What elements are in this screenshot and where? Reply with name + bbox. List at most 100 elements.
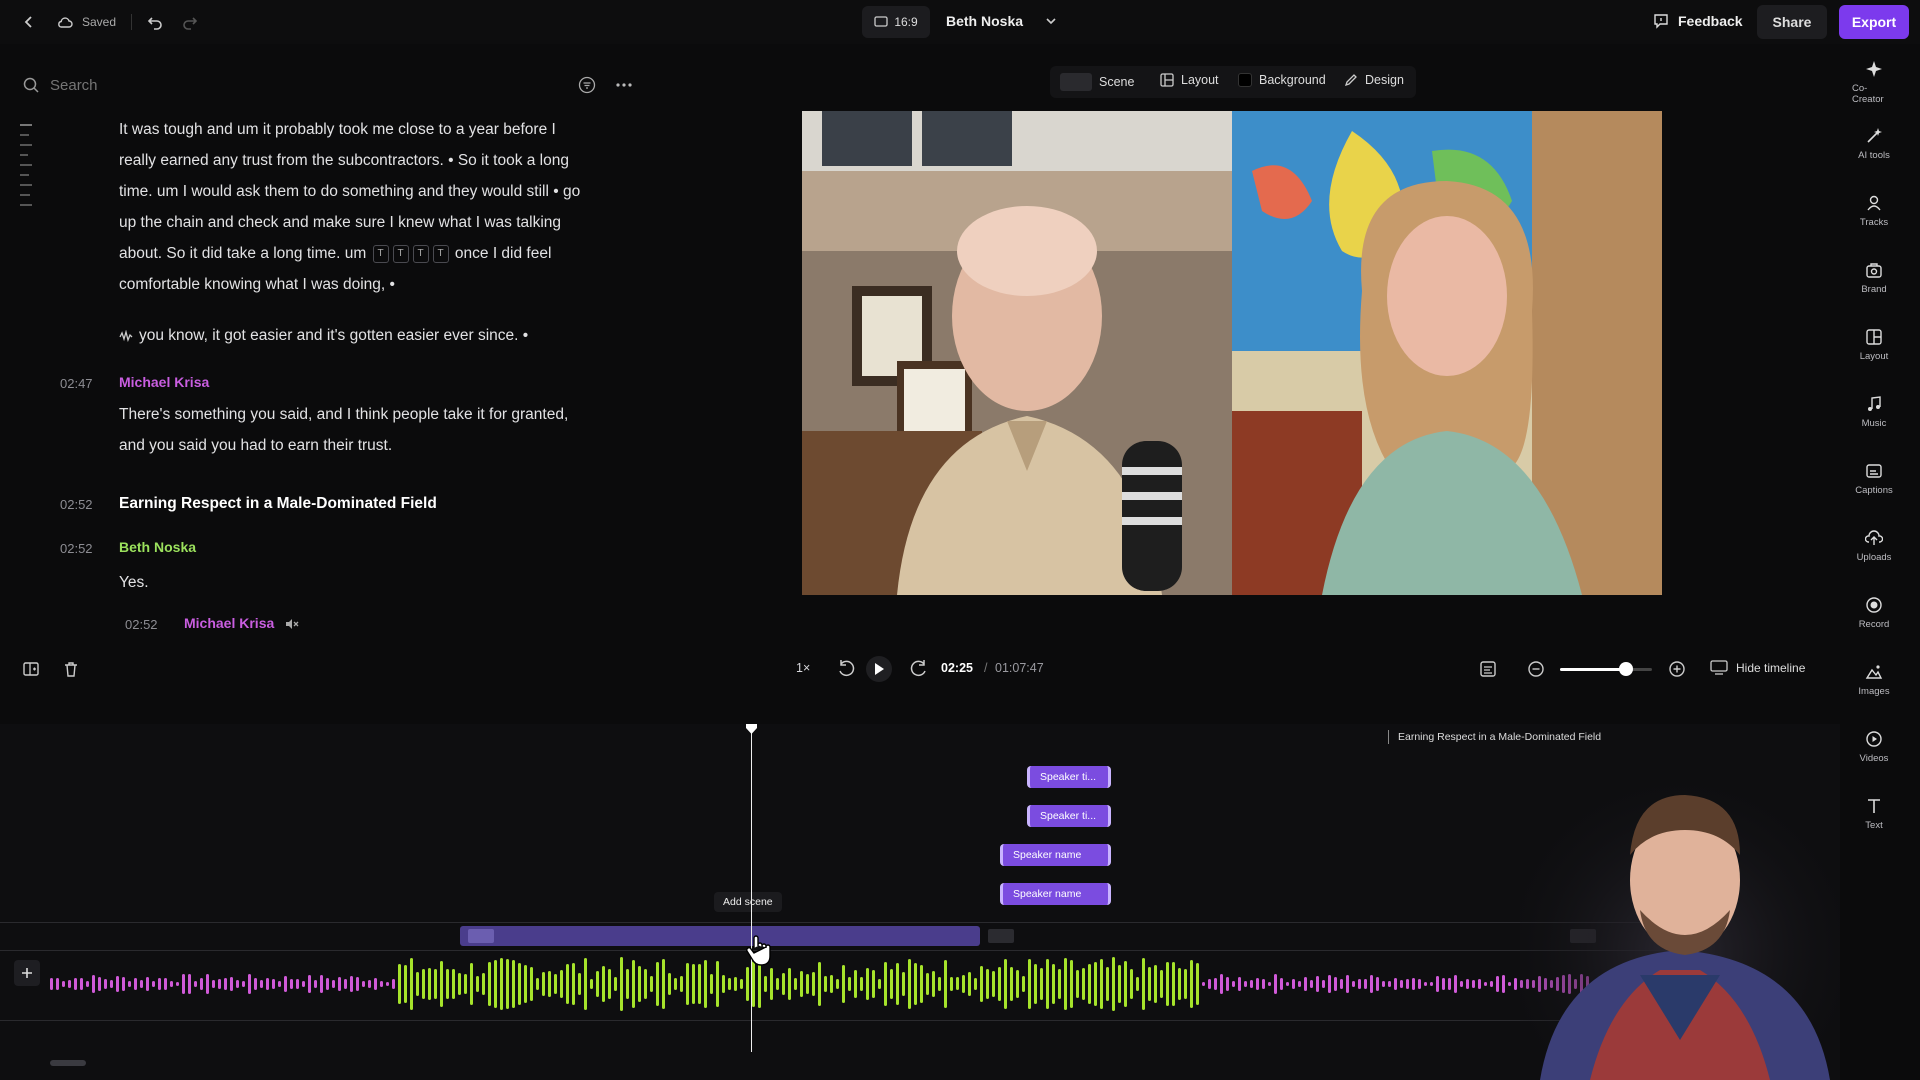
- scene-clip-selected[interactable]: [460, 926, 980, 946]
- waveform-bar: [950, 977, 953, 991]
- waveform-bar: [1040, 968, 1043, 1000]
- scene-button[interactable]: Scene: [1060, 73, 1134, 91]
- design-button[interactable]: Design: [1344, 73, 1404, 87]
- muted-icon[interactable]: [284, 617, 300, 631]
- waveform-bar: [1112, 957, 1115, 1011]
- back-button[interactable]: [20, 13, 38, 31]
- trash-icon[interactable]: [62, 660, 80, 678]
- speaker-name-clip[interactable]: Speaker name: [1000, 883, 1111, 905]
- background-button[interactable]: Background: [1238, 73, 1326, 87]
- aspect-ratio-label: 16:9: [894, 15, 918, 29]
- waveform-bar: [1046, 959, 1049, 1009]
- zoom-in-icon[interactable]: [1668, 660, 1686, 678]
- rewind-icon[interactable]: [836, 659, 856, 679]
- waveform-bar: [1412, 977, 1415, 991]
- rail-item-images[interactable]: Images: [1858, 663, 1890, 726]
- add-column-icon[interactable]: [22, 660, 40, 678]
- playback-speed-button[interactable]: 1×: [796, 661, 810, 675]
- text-tag[interactable]: T: [372, 244, 389, 263]
- add-track-button[interactable]: [14, 960, 40, 986]
- timestamp[interactable]: 02:52: [60, 541, 93, 556]
- speaker-name[interactable]: Michael Krisa: [184, 615, 274, 631]
- rail-item-ai-tools[interactable]: AI tools: [1858, 127, 1890, 190]
- transcript-paragraph[interactable]: It was tough and um it probably took me …: [119, 114, 589, 300]
- transcript-paragraph[interactable]: There's something you said, and I think …: [119, 399, 589, 461]
- play-button[interactable]: [866, 656, 892, 682]
- waveform-bar: [1460, 981, 1463, 987]
- zoom-slider-handle[interactable]: [1619, 662, 1634, 676]
- rail-label: Co-Creator: [1852, 83, 1884, 105]
- tool-rail: Co-Creator AI tools Tracks Brand Layout …: [1852, 60, 1896, 860]
- waveform-bar: [944, 959, 947, 1009]
- waveform-bar: [566, 963, 569, 1005]
- speaker-name-clip[interactable]: Speaker name: [1000, 844, 1111, 866]
- aspect-ratio-button[interactable]: 16:9: [862, 6, 930, 38]
- speaker-name[interactable]: Beth Noska: [119, 539, 196, 555]
- waveform-bar: [1184, 969, 1187, 999]
- timestamp[interactable]: 02:52: [125, 617, 158, 632]
- waveform-bar: [932, 971, 935, 997]
- text-tag[interactable]: T: [412, 244, 429, 263]
- waveform-bar: [422, 969, 425, 999]
- undo-button[interactable]: [145, 12, 165, 32]
- speaker-title-clip[interactable]: Speaker ti...: [1027, 805, 1111, 827]
- waveform-bar: [1076, 969, 1079, 999]
- hide-timeline-button[interactable]: Hide timeline: [1710, 660, 1805, 676]
- timestamp[interactable]: 02:47: [60, 376, 93, 391]
- layout-label: Layout: [1181, 73, 1219, 87]
- rail-item-music[interactable]: Music: [1862, 395, 1886, 458]
- transcript-paragraph[interactable]: you know, it got easier and it's gotten …: [119, 320, 589, 351]
- video-preview[interactable]: [802, 111, 1662, 595]
- rail-item-videos[interactable]: Videos: [1860, 730, 1888, 793]
- chapter-title[interactable]: Earning Respect in a Male-Dominated Fiel…: [119, 495, 437, 513]
- waveform-bar: [812, 972, 815, 996]
- layout-button[interactable]: Layout: [1160, 73, 1219, 87]
- project-title-dropdown[interactable]: Beth Noska: [946, 13, 1057, 29]
- chapter-label[interactable]: Earning Respect in a Male-Dominated Fiel…: [1398, 731, 1601, 743]
- rail-item-co-creator[interactable]: Co-Creator: [1852, 60, 1896, 123]
- zoom-out-icon[interactable]: [1527, 660, 1545, 678]
- cloud-icon: [58, 17, 73, 28]
- audio-waveform[interactable]: [50, 954, 1590, 1014]
- rail-item-captions[interactable]: Captions: [1855, 462, 1893, 525]
- transcript-paragraph[interactable]: Yes.: [119, 567, 589, 598]
- text-tag[interactable]: T: [392, 244, 409, 263]
- waveform-bar: [1490, 980, 1493, 987]
- rail-item-record[interactable]: Record: [1858, 596, 1890, 659]
- music-icon: [1868, 396, 1881, 411]
- rail-item-tracks[interactable]: Tracks: [1860, 194, 1888, 257]
- speaker-name[interactable]: Michael Krisa: [119, 374, 209, 390]
- rail-item-text[interactable]: Text: [1865, 797, 1883, 860]
- waveform-bar: [704, 959, 707, 1009]
- zoom-slider[interactable]: [1560, 662, 1652, 676]
- timestamp[interactable]: 02:52: [60, 497, 93, 512]
- speaker-title-clip[interactable]: Speaker ti...: [1027, 766, 1111, 788]
- rail-item-brand[interactable]: Brand: [1861, 261, 1887, 324]
- waveform-bar: [236, 979, 239, 989]
- waveform-bar: [1190, 959, 1193, 1009]
- color-swatch-icon: [1238, 73, 1252, 87]
- rail-item-layout[interactable]: Layout: [1860, 328, 1888, 391]
- horizontal-scrollbar[interactable]: [50, 1060, 86, 1066]
- rail-label: Record: [1858, 619, 1890, 630]
- export-button[interactable]: Export: [1839, 5, 1909, 39]
- waveform-bar: [470, 962, 473, 1006]
- captions-toggle-icon[interactable]: [1478, 659, 1498, 679]
- total-time: 01:07:47: [995, 661, 1044, 675]
- waveform-bar: [1334, 977, 1337, 991]
- waveform-bar: [218, 978, 221, 990]
- share-button[interactable]: Share: [1757, 5, 1827, 39]
- scene-thumbnail[interactable]: [988, 929, 1014, 943]
- feedback-button[interactable]: Feedback: [1652, 12, 1743, 30]
- brand-icon: [1866, 263, 1882, 278]
- rail-item-uploads[interactable]: Uploads: [1857, 529, 1891, 592]
- saved-label: Saved: [82, 15, 117, 29]
- text-tag[interactable]: T: [432, 244, 449, 263]
- forward-icon[interactable]: [909, 659, 929, 679]
- waveform-bar: [956, 977, 959, 991]
- playhead-handle-icon[interactable]: [746, 724, 757, 734]
- waveform-bar: [1106, 967, 1109, 1001]
- playhead[interactable]: [751, 726, 752, 1052]
- redo-button[interactable]: [180, 12, 200, 32]
- rail-label: Tracks: [1859, 217, 1889, 228]
